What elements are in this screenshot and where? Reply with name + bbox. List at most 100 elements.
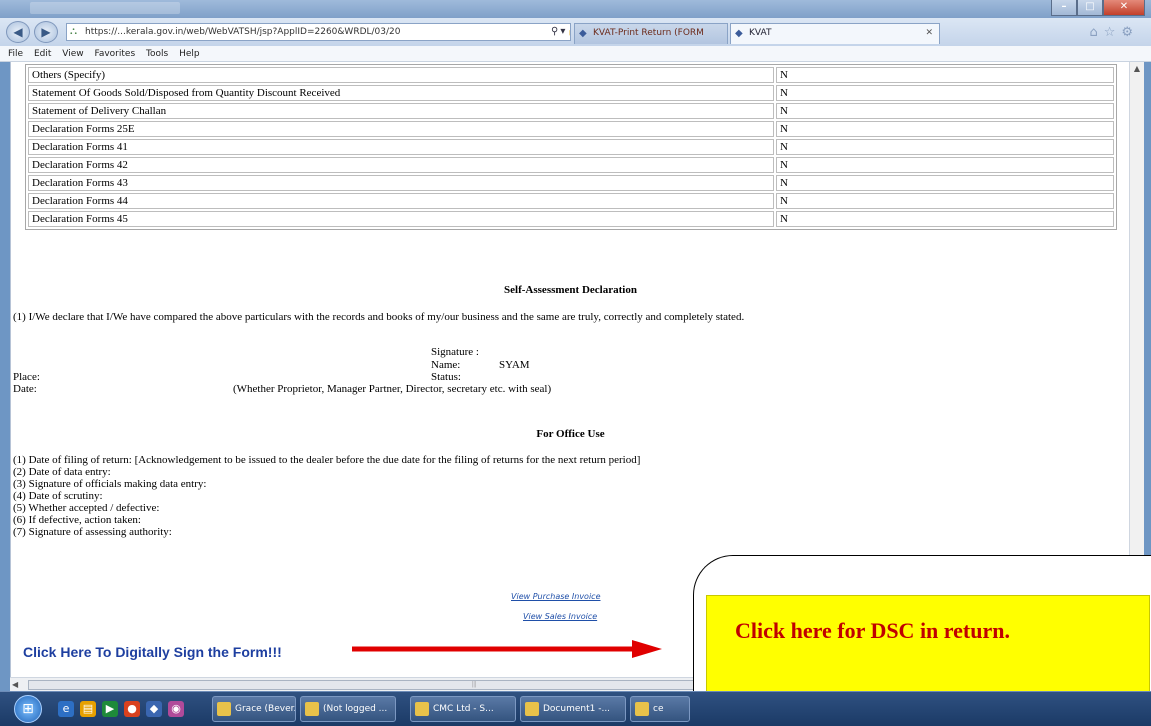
office-use-item: (6) If defective, action taken: (13, 514, 141, 526)
table-row: Declaration Forms 41 N (28, 139, 1114, 155)
tab-label: KVAT-Print Return (FORM (593, 28, 704, 38)
tab-favicon-icon: ◆ (579, 28, 587, 39)
row-label: Declaration Forms 43 (28, 175, 774, 191)
name-value: SYAM (499, 359, 530, 371)
row-label: Declaration Forms 44 (28, 193, 774, 209)
browser-tool-icons[interactable]: ⌂☆⚙ (1089, 25, 1139, 40)
menu-edit[interactable]: Edit (34, 46, 51, 62)
row-label: Statement of Delivery Challan (28, 103, 774, 119)
taskbar: ⊞ e ▤ ▶ ● ◆ ◉ Grace (Bever... (Not logge… (0, 691, 1151, 726)
ie-icon[interactable]: e (58, 701, 74, 717)
office-use-item: (2) Date of data entry: (13, 466, 111, 478)
firefox-icon[interactable]: ● (124, 701, 140, 717)
table-row: Declaration Forms 44 N (28, 193, 1114, 209)
taskbar-item-label: ce (653, 704, 664, 714)
forward-button[interactable]: ▶ (34, 21, 58, 43)
window-title (30, 2, 180, 14)
menu-tools[interactable]: Tools (146, 46, 168, 62)
row-value: N (776, 211, 1114, 227)
table-row: Statement of Delivery Challan N (28, 103, 1114, 119)
tab-kvat-print-return[interactable]: ◆ KVAT-Print Return (FORM (574, 23, 728, 44)
table-row: Declaration Forms 43 N (28, 175, 1114, 191)
start-button[interactable]: ⊞ (14, 695, 42, 723)
row-label: Statement Of Goods Sold/Disposed from Qu… (28, 85, 774, 101)
menu-view[interactable]: View (62, 46, 83, 62)
office-use-heading: For Office Use (536, 428, 605, 440)
taskbar-item[interactable]: (Not logged ... (300, 696, 396, 722)
row-value: N (776, 193, 1114, 209)
digital-sign-link[interactable]: Click Here To Digitally Sign the Form!!! (23, 644, 282, 660)
row-value: N (776, 175, 1114, 191)
back-button[interactable]: ◀ (6, 21, 30, 43)
row-label: Declaration Forms 25E (28, 121, 774, 137)
menu-help[interactable]: Help (179, 46, 200, 62)
status-label: Status: (431, 371, 461, 383)
office-use-item: (1) Date of filing of return: [Acknowled… (13, 454, 641, 466)
address-text: https://...kerala.gov.in/web/WebVATSH/js… (85, 27, 401, 37)
row-value: N (776, 121, 1114, 137)
menu-file[interactable]: File (8, 46, 23, 62)
maximize-button[interactable]: □ (1077, 0, 1103, 16)
tab-close-icon[interactable]: ✕ (925, 24, 933, 43)
app-icon[interactable]: ◉ (168, 701, 184, 717)
declarations-table: Others (Specify) N Statement Of Goods Sol… (25, 64, 1117, 230)
table-row: Statement Of Goods Sold/Disposed from Qu… (28, 85, 1114, 101)
close-button[interactable]: ✕ (1103, 0, 1145, 16)
menu-bar: File Edit View Favorites Tools Help (0, 46, 1151, 62)
tab-favicon-icon: ◆ (735, 28, 743, 39)
name-label: Name: (431, 359, 461, 371)
office-use-item: (4) Date of scrutiny: (13, 490, 103, 502)
scroll-left-icon[interactable]: ◀ (12, 678, 18, 692)
taskbar-item[interactable]: ce (630, 696, 690, 722)
place-label: Place: (13, 371, 40, 383)
media-icon[interactable]: ▶ (102, 701, 118, 717)
scroll-grip-icon: ||| (472, 680, 477, 688)
taskbar-app-icon (635, 702, 649, 716)
row-label: Others (Specify) (28, 67, 774, 83)
taskbar-app-icon (525, 702, 539, 716)
signature-label: Signature : (431, 346, 479, 358)
view-purchase-invoice-link[interactable]: View Purchase Invoice (511, 592, 601, 601)
taskbar-item[interactable]: CMC Ltd - S... (410, 696, 516, 722)
red-arrow-icon (352, 640, 662, 658)
taskbar-item-label: Grace (Bever... (235, 704, 296, 714)
taskbar-item-label: CMC Ltd - S... (433, 704, 494, 714)
office-use-item: (5) Whether accepted / defective: (13, 502, 160, 514)
row-value: N (776, 85, 1114, 101)
folder-icon[interactable]: ▤ (80, 701, 96, 717)
address-bar[interactable]: ⛬ https://...kerala.gov.in/web/WebVATSH/… (66, 23, 571, 41)
app-icon[interactable]: ◆ (146, 701, 162, 717)
row-label: Declaration Forms 45 (28, 211, 774, 227)
table-row: Others (Specify) N (28, 67, 1114, 83)
view-sales-invoice-link[interactable]: View Sales Invoice (523, 612, 597, 621)
declaration-statement: (1) I/We declare that I/We have compared… (13, 311, 745, 323)
row-value: N (776, 139, 1114, 155)
tab-kvat[interactable]: ◆ KVAT ✕ (730, 23, 940, 44)
self-assessment-heading: Self-Assessment Declaration (504, 284, 637, 296)
office-use-item: (3) Signature of officials making data e… (13, 478, 207, 490)
taskbar-app-icon (305, 702, 319, 716)
row-value: N (776, 157, 1114, 173)
menu-favorites[interactable]: Favorites (94, 46, 135, 62)
taskbar-item-label: (Not logged ... (323, 704, 388, 714)
scroll-up-icon[interactable]: ▲ (1130, 62, 1144, 76)
callout-text: Click here for DSC in return. (735, 618, 1010, 643)
table-row: Declaration Forms 42 N (28, 157, 1114, 173)
window-titlebar: – □ ✕ (0, 0, 1151, 18)
taskbar-app-icon (415, 702, 429, 716)
tab-label: KVAT (749, 28, 772, 38)
taskbar-item-label: Document1 -... (543, 704, 611, 714)
table-row: Declaration Forms 45 N (28, 211, 1114, 227)
date-label: Date: (13, 383, 37, 395)
minimize-button[interactable]: – (1051, 0, 1077, 16)
address-tools-icons[interactable]: ⚲▾🔒☰↻✕ (551, 24, 570, 40)
row-value: N (776, 67, 1114, 83)
row-label: Declaration Forms 42 (28, 157, 774, 173)
table-row: Declaration Forms 25E N (28, 121, 1114, 137)
status-note: (Whether Proprietor, Manager Partner, Di… (233, 383, 552, 395)
row-value: N (776, 103, 1114, 119)
taskbar-item[interactable]: Document1 -... (520, 696, 626, 722)
taskbar-item[interactable]: Grace (Bever... (212, 696, 296, 722)
taskbar-app-icon (217, 702, 231, 716)
browser-toolbar: ◀ ▶ ⛬ https://...kerala.gov.in/web/WebVA… (0, 18, 1151, 46)
